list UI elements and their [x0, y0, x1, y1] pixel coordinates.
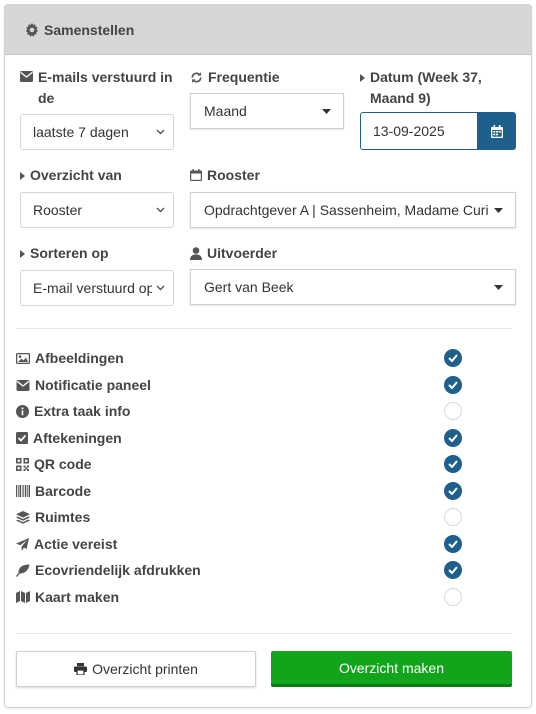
- option-barcode[interactable]: Barcode: [16, 480, 462, 502]
- checkmark-icon: [448, 434, 458, 442]
- option-label: Aftekeningen: [33, 430, 122, 446]
- refresh-icon: [191, 72, 202, 83]
- barcode-icon: [16, 485, 30, 497]
- divider: [16, 633, 512, 634]
- frequentie-dropdown[interactable]: Maand: [190, 93, 344, 129]
- envelope-icon: [20, 71, 33, 82]
- option-actie-vereist[interactable]: Actie vereist: [16, 533, 462, 555]
- option-label: Kaart maken: [35, 589, 120, 605]
- datum-input[interactable]: 13-09-2025: [360, 112, 477, 150]
- option-ruimtes[interactable]: Ruimtes: [16, 506, 462, 528]
- panel-header: Samenstellen: [5, 5, 531, 55]
- rooster-dropdown[interactable]: Opdrachtgever A | Sassenheim, Madame Cur…: [190, 192, 516, 228]
- printer-icon: [74, 663, 88, 675]
- sorteren-op-select[interactable]: E-mail verstuurd op: [20, 270, 174, 306]
- make-button-label: Overzicht maken: [338, 659, 445, 676]
- option-afbeeldingen[interactable]: Afbeeldingen: [16, 347, 462, 369]
- overzicht-van-select[interactable]: Rooster: [20, 192, 174, 228]
- option-label: Extra taak info: [34, 403, 131, 419]
- option-label: Actie vereist: [34, 536, 118, 552]
- chevron-down-icon: [156, 129, 165, 135]
- rooster-label: Rooster: [190, 165, 260, 186]
- checked-checkmark[interactable]: [444, 349, 462, 367]
- caret-down-icon: [494, 284, 503, 290]
- checkmark-icon: [448, 381, 458, 389]
- chevron-down-icon: [156, 285, 165, 291]
- uitvoerder-dropdown[interactable]: Gert van Beek: [190, 269, 516, 305]
- option-extra-taak-info[interactable]: Extra taak info: [16, 400, 462, 422]
- envelope-icon: [16, 379, 30, 391]
- frequentie-label: Frequentie: [190, 67, 280, 88]
- qrcode-icon: [16, 457, 29, 471]
- checkmark-icon: [448, 540, 458, 548]
- emails-label: E-mails verstuurd in de: [20, 67, 180, 109]
- unchecked-checkmark[interactable]: [444, 402, 462, 420]
- caret-right-icon: [360, 74, 365, 82]
- print-button-label: Overzicht printen: [92, 661, 198, 677]
- gear-icon: [25, 22, 39, 37]
- paper-plane-icon: [16, 537, 29, 551]
- panel-title: Samenstellen: [44, 21, 135, 38]
- option-label: Afbeeldingen: [35, 350, 124, 366]
- checkbox-icon: [16, 432, 28, 444]
- user-icon: [190, 247, 202, 260]
- layers-icon: [16, 510, 30, 524]
- uitvoerder-label: Uitvoerder: [190, 243, 277, 264]
- option-label: QR code: [34, 456, 92, 472]
- option-label: Ruimtes: [35, 509, 91, 525]
- datum-picker: 13-09-2025: [360, 112, 516, 150]
- calendar-icon: [190, 169, 202, 181]
- checked-checkmark[interactable]: [444, 561, 462, 579]
- option-kaart-maken[interactable]: Kaart maken: [16, 586, 462, 608]
- checked-checkmark[interactable]: [444, 482, 462, 500]
- emails-period-select[interactable]: laatste 7 dagen: [20, 114, 174, 150]
- caret-down-icon: [494, 207, 503, 213]
- make-overview-button[interactable]: Overzicht maken: [271, 651, 512, 687]
- option-aftekeningen[interactable]: Aftekeningen: [16, 427, 462, 449]
- chevron-down-icon: [156, 207, 165, 213]
- option-label: Ecovriendelijk afdrukken: [35, 562, 201, 578]
- unchecked-checkmark[interactable]: [444, 508, 462, 526]
- checked-checkmark[interactable]: [444, 376, 462, 394]
- checkmark-icon: [448, 354, 458, 362]
- caret-down-icon: [322, 108, 331, 114]
- info-circle-icon: [16, 404, 29, 418]
- overzicht-van-label: Overzicht van: [20, 165, 122, 186]
- map-icon: [16, 591, 30, 603]
- option-label: Notificatie paneel: [35, 377, 151, 393]
- checked-checkmark[interactable]: [444, 429, 462, 447]
- image-icon: [16, 352, 30, 364]
- calendar-icon: [490, 124, 503, 138]
- checked-checkmark[interactable]: [444, 455, 462, 473]
- option-label: Barcode: [35, 483, 92, 499]
- print-overview-button[interactable]: Overzicht printen: [16, 651, 256, 687]
- option-ecovriendelijk-afdrukken[interactable]: Ecovriendelijk afdrukken: [16, 559, 462, 581]
- datum-label: Datum (Week 37, Maand 9): [360, 67, 510, 109]
- checkmark-icon: [448, 566, 458, 574]
- option-notificatie-paneel[interactable]: Notificatie paneel: [16, 374, 462, 396]
- checkmark-icon: [448, 460, 458, 468]
- caret-right-icon: [20, 250, 25, 258]
- calendar-button[interactable]: [477, 112, 516, 150]
- leaf-icon: [16, 564, 30, 577]
- option-qr-code[interactable]: QR code: [16, 453, 462, 475]
- caret-right-icon: [20, 172, 25, 180]
- checkmark-icon: [448, 487, 458, 495]
- divider: [16, 328, 512, 329]
- checked-checkmark[interactable]: [444, 535, 462, 553]
- sorteren-op-label: Sorteren op: [20, 243, 109, 264]
- unchecked-checkmark[interactable]: [444, 588, 462, 606]
